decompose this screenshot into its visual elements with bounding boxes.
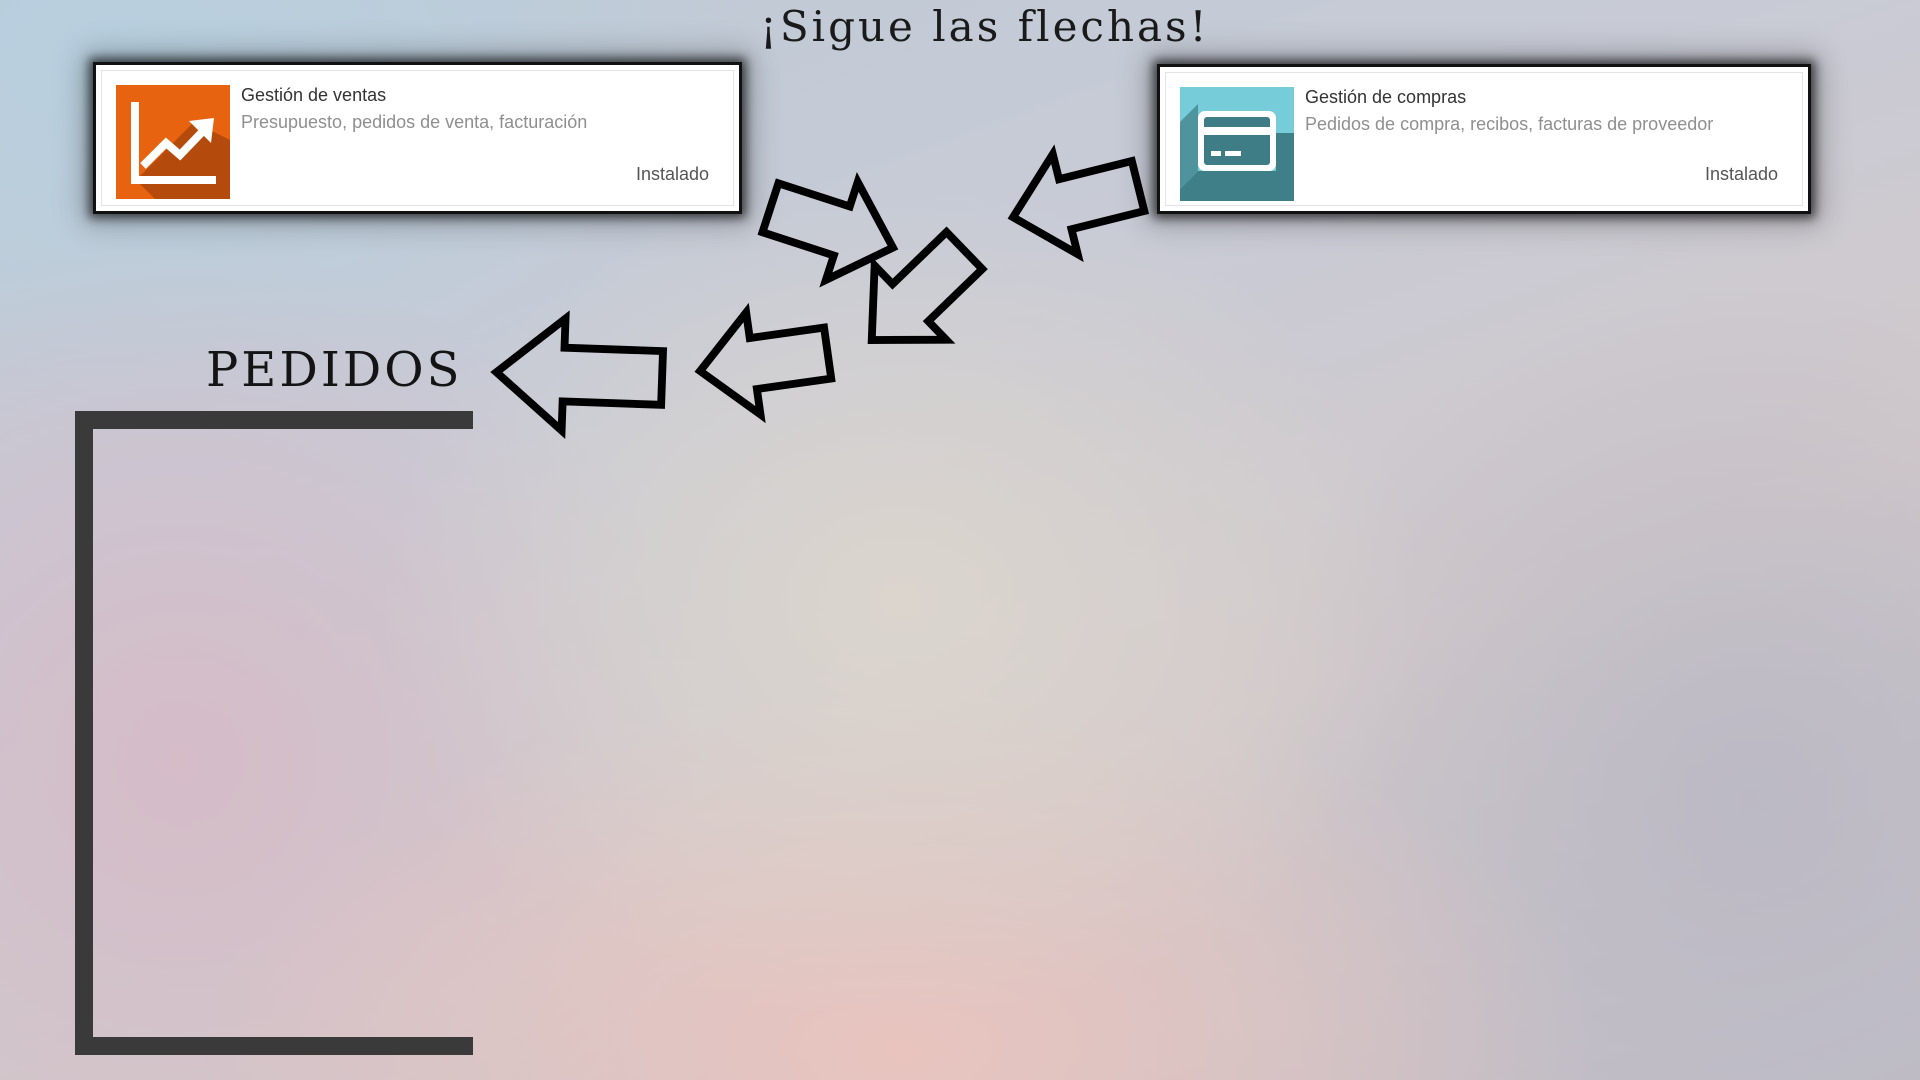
pedidos-drop-area[interactable] (75, 411, 473, 1055)
arrow-left-icon (694, 302, 836, 424)
app-name: Gestión de ventas (241, 85, 387, 105)
app-card-inner: Gestión de compras Pedidos de compra, re… (1165, 72, 1803, 206)
section-title-pedidos: PEDIDOS (206, 342, 463, 398)
sales-trend-chart-icon (116, 85, 230, 199)
arrow-left-icon (490, 310, 668, 439)
app-description: Presupuesto, pedidos de venta, facturaci… (241, 112, 588, 132)
app-card-sales[interactable]: Gestión de ventas Presupuesto, pedidos d… (93, 62, 742, 214)
arrow-left-down-icon (1007, 144, 1150, 263)
app-status-label: Instalado (635, 164, 709, 184)
app-card-inner: Gestión de ventas Presupuesto, pedidos d… (101, 70, 734, 206)
app-card-purchase[interactable]: Gestión de compras Pedidos de compra, re… (1157, 64, 1811, 214)
arrow-down-left-icon (867, 226, 988, 344)
app-name: Gestión de compras (1305, 87, 1467, 107)
app-status-label: Instalado (1704, 164, 1778, 184)
credit-card-icon (1180, 87, 1294, 201)
page-headline: ¡Sigue las flechas! (760, 2, 1210, 51)
arrow-right-down-icon (757, 172, 899, 288)
app-description: Pedidos de compra, recibos, facturas de … (1305, 114, 1714, 134)
